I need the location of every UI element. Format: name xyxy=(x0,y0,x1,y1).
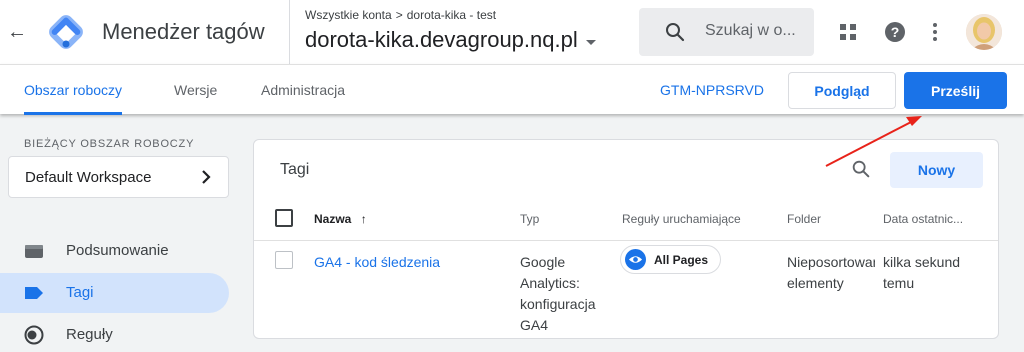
breadcrumb-container[interactable]: dorota-kika - test xyxy=(407,8,496,22)
main-area: BIEŻĄCY OBSZAR ROBOCZY Default Workspace… xyxy=(0,114,1024,352)
sidebar-item-label: Tagi xyxy=(66,284,94,301)
back-arrow-icon[interactable]: ← xyxy=(6,20,28,44)
gtm-app: ← Menedżer tagów Wszystkie konta > dorot… xyxy=(0,0,1024,352)
column-header-name[interactable]: Nazwa ↑ xyxy=(314,212,367,226)
search-icon xyxy=(666,23,685,42)
avatar[interactable] xyxy=(966,14,1002,50)
caret-down-icon xyxy=(585,39,596,45)
tabs-bar: Obszar roboczy Wersje Administracja GTM-… xyxy=(0,64,1024,115)
search-icon[interactable] xyxy=(850,158,872,180)
tab-admin[interactable]: Administracja xyxy=(261,65,345,115)
workspace-heading: BIEŻĄCY OBSZAR ROBOCZY xyxy=(24,138,195,150)
tag-name-link[interactable]: GA4 - kod śledzenia xyxy=(314,252,440,273)
gtm-logo[interactable] xyxy=(48,14,84,50)
container-name: dorota-kika.devagroup.nq.pl xyxy=(305,27,578,52)
new-tag-button[interactable]: Nowy xyxy=(890,152,983,188)
product-name: Menedżer tagów xyxy=(102,19,265,44)
breadcrumb-account[interactable]: Wszystkie konta xyxy=(305,8,392,22)
sidebar-item-triggers[interactable]: Reguły xyxy=(0,315,229,352)
trigger-chip[interactable]: All Pages xyxy=(620,245,722,274)
search-box[interactable] xyxy=(639,8,814,56)
apps-grid-icon[interactable] xyxy=(836,20,860,44)
tags-card: Tagi Nowy Nazwa ↑ Typ Reguły uruchamiają… xyxy=(253,139,999,339)
workspace-name: Default Workspace xyxy=(25,169,152,186)
preview-button[interactable]: Podgląd xyxy=(788,72,896,109)
card-title: Tagi xyxy=(280,161,310,178)
help-icon[interactable]: ? xyxy=(883,20,907,44)
header-divider xyxy=(289,0,290,64)
tab-versions[interactable]: Wersje xyxy=(174,65,217,115)
container-id-link[interactable]: GTM-NPRSRVD xyxy=(660,65,764,115)
select-all-checkbox[interactable] xyxy=(275,209,293,227)
column-header-triggers[interactable]: Reguły uruchamiające xyxy=(622,212,741,226)
svg-text:?: ? xyxy=(891,24,900,40)
column-header-type[interactable]: Typ xyxy=(520,212,539,226)
eye-icon xyxy=(625,249,646,270)
app-header: ← Menedżer tagów Wszystkie konta > dorot… xyxy=(0,0,1024,64)
column-header-folder[interactable]: Folder xyxy=(787,212,821,226)
trigger-chip-label: All Pages xyxy=(654,252,709,267)
tag-last-edited: kilka sekund temu xyxy=(883,254,961,291)
submit-button[interactable]: Prześlij xyxy=(904,72,1007,109)
workspace-selector[interactable]: Default Workspace xyxy=(8,156,229,198)
more-vert-icon[interactable] xyxy=(923,20,947,44)
tag-type: Google Analytics: konfiguracja GA4 xyxy=(520,254,596,333)
breadcrumb[interactable]: Wszystkie konta > dorota-kika - test xyxy=(305,8,496,22)
container-selector[interactable]: dorota-kika.devagroup.nq.pl xyxy=(305,26,596,54)
row-divider xyxy=(254,240,998,241)
chevron-right-icon xyxy=(202,170,211,184)
folder-icon xyxy=(25,245,43,258)
row-checkbox[interactable] xyxy=(275,251,293,269)
trigger-icon xyxy=(24,325,44,345)
avatar-image xyxy=(966,14,1002,50)
column-header-last-edited[interactable]: Data ostatnic... xyxy=(883,212,963,226)
tab-workspace[interactable]: Obszar roboczy xyxy=(24,65,123,115)
sidebar-item-overview[interactable]: Podsumowanie xyxy=(0,231,229,271)
tag-folder: Nieposortowane elementy xyxy=(787,254,875,291)
search-input[interactable] xyxy=(705,22,809,40)
sort-arrow-icon: ↑ xyxy=(360,212,367,226)
sidebar-item-tags[interactable]: Tagi xyxy=(0,273,229,313)
breadcrumb-separator: > xyxy=(395,8,403,22)
sidebar-item-label: Podsumowanie xyxy=(66,242,169,259)
tag-icon xyxy=(25,287,43,299)
column-header-label: Nazwa xyxy=(314,212,352,226)
sidebar-item-label: Reguły xyxy=(66,326,113,343)
